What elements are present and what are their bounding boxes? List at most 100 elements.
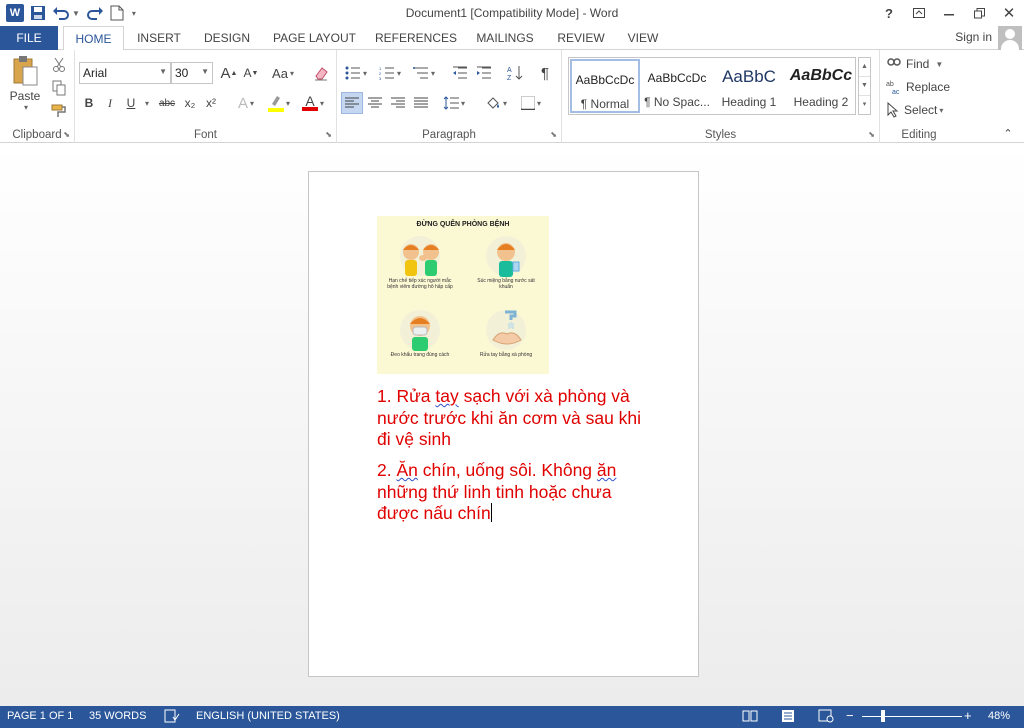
- underline-button[interactable]: U: [121, 92, 141, 114]
- format-painter-icon[interactable]: [50, 100, 68, 122]
- tab-file[interactable]: FILE: [0, 26, 58, 50]
- disease-prevention-image[interactable]: ĐỪNG QUÊN PHÒNG BỆNH Hạn chế tiếp xúc ng…: [377, 216, 549, 374]
- paste-button[interactable]: Paste ▾: [6, 54, 44, 112]
- subscript-button[interactable]: x₂: [181, 92, 199, 114]
- tab-references[interactable]: REFERENCES: [374, 26, 458, 50]
- copy-icon[interactable]: [50, 77, 68, 99]
- tab-home[interactable]: HOME: [63, 26, 124, 51]
- italic-button[interactable]: I: [100, 92, 120, 114]
- tab-page-layout[interactable]: PAGE LAYOUT: [268, 26, 361, 50]
- change-case-button[interactable]: Aa ▾: [269, 62, 297, 84]
- tab-mailings[interactable]: MAILINGS: [471, 26, 539, 50]
- editing-label: Editing: [901, 129, 937, 141]
- handwashing-icon: [492, 310, 522, 345]
- language-indicator[interactable]: ENGLISH (UNITED STATES): [196, 710, 340, 722]
- clear-formatting-icon[interactable]: [311, 62, 331, 84]
- tab-insert[interactable]: INSERT: [132, 26, 186, 50]
- figure-caption: Đeo khẩu trang đúng cách: [390, 352, 450, 358]
- multilevel-list-button[interactable]: ▾: [409, 62, 439, 84]
- underline-dropdown-icon[interactable]: ▾: [141, 92, 151, 114]
- numbering-button[interactable]: 1 2 3 ▾: [375, 62, 405, 84]
- styles-gallery-scroll: ▲ ▼ ▾: [858, 57, 871, 115]
- spelling-error-word[interactable]: Ăn: [396, 460, 417, 480]
- figure-title: ĐỪNG QUÊN PHÒNG BỆNH: [416, 221, 510, 228]
- styles-launcher-icon[interactable]: ⬊: [868, 130, 875, 139]
- font-color-button[interactable]: A ▾: [299, 92, 327, 114]
- user-avatar[interactable]: [998, 26, 1022, 50]
- web-layout-icon[interactable]: [818, 709, 834, 726]
- highlight-color-button[interactable]: ▾: [265, 92, 293, 114]
- zoom-slider-track[interactable]: [862, 716, 962, 717]
- zoom-slider-thumb[interactable]: [881, 710, 885, 722]
- style-normal-name: ¶ Normal: [580, 97, 630, 111]
- line-spacing-button[interactable]: ▾: [439, 92, 469, 114]
- cut-icon[interactable]: [50, 54, 68, 76]
- font-size-dropdown[interactable]: 30 ▼: [171, 62, 213, 84]
- style-no-spacing-sample: AaBbCcDc: [647, 71, 707, 85]
- shading-icon: [487, 97, 499, 109]
- increase-indent-icon[interactable]: [473, 62, 495, 84]
- text-effects-button[interactable]: A ▾: [233, 92, 259, 114]
- select-cursor-icon: [887, 102, 899, 118]
- tab-design[interactable]: DESIGN: [199, 26, 255, 50]
- find-button[interactable]: Find ▼: [886, 53, 956, 75]
- figure-cell-gargle: Súc miệng bằng nước sát khuẩn: [471, 232, 541, 296]
- paragraph-2[interactable]: 2. Ăn chín, uống sôi. Không ăn những thứ…: [377, 460, 657, 525]
- style-heading-2[interactable]: AaBbCc Heading 2: [786, 59, 856, 113]
- shading-button[interactable]: ▾: [481, 92, 511, 114]
- document-page[interactable]: ĐỪNG QUÊN PHÒNG BỆNH Hạn chế tiếp xúc ng…: [308, 171, 699, 677]
- multilevel-list-icon: [412, 67, 428, 79]
- print-layout-icon[interactable]: [780, 709, 796, 726]
- document-area[interactable]: ĐỪNG QUÊN PHÒNG BỆNH Hạn chế tiếp xúc ng…: [0, 143, 1024, 706]
- grow-font-button[interactable]: A ▲: [219, 62, 239, 84]
- figure-cell-handwash: Rửa tay bằng xà phòng: [471, 306, 541, 370]
- restore-icon[interactable]: [964, 0, 994, 26]
- paragraph-1[interactable]: 1. Rửa tay sạch với xà phòng và nước trư…: [377, 386, 657, 451]
- font-family-value: Arial: [83, 66, 108, 80]
- font-launcher-icon[interactable]: ⬊: [325, 130, 332, 139]
- collapse-ribbon-icon[interactable]: ⌃: [1000, 122, 1016, 144]
- bullets-button[interactable]: ▾: [341, 62, 371, 84]
- strikethrough-button[interactable]: abc: [155, 92, 179, 114]
- styles-scroll-up-icon[interactable]: ▲: [859, 58, 870, 77]
- read-mode-icon[interactable]: [742, 709, 758, 726]
- svg-text:ac: ac: [892, 89, 900, 95]
- replace-button[interactable]: ab ac Replace: [886, 76, 956, 98]
- spelling-error-word[interactable]: tay: [435, 386, 458, 406]
- style-normal[interactable]: AaBbCcDc ¶ Normal: [570, 59, 640, 113]
- superscript-button[interactable]: x²: [202, 92, 220, 114]
- zoom-level[interactable]: 48%: [988, 710, 1010, 722]
- ribbon-display-options-icon[interactable]: [904, 0, 934, 26]
- zoom-in-button[interactable]: +: [964, 708, 972, 723]
- justify-icon[interactable]: [410, 92, 432, 114]
- tab-view[interactable]: VIEW: [622, 26, 664, 50]
- help-button[interactable]: ?: [874, 0, 904, 26]
- style-no-spacing[interactable]: AaBbCcDc ¶ No Spac...: [642, 59, 712, 113]
- align-right-icon[interactable]: [387, 92, 409, 114]
- show-hide-formatting-icon[interactable]: ¶: [535, 62, 555, 84]
- tab-review[interactable]: REVIEW: [553, 26, 609, 50]
- paragraph-launcher-icon[interactable]: ⬊: [550, 130, 557, 139]
- word-count[interactable]: 35 WORDS: [89, 710, 146, 722]
- styles-more-icon[interactable]: ▾: [859, 96, 870, 114]
- styles-scroll-down-icon[interactable]: ▼: [859, 77, 870, 96]
- sign-in-link[interactable]: Sign in: [955, 30, 992, 44]
- decrease-indent-icon[interactable]: [449, 62, 471, 84]
- zoom-out-button[interactable]: −: [846, 708, 854, 723]
- borders-icon: [520, 96, 535, 110]
- align-left-icon[interactable]: [341, 92, 363, 114]
- align-center-icon[interactable]: [364, 92, 386, 114]
- select-button[interactable]: Select ▾: [886, 99, 956, 121]
- style-heading-1[interactable]: AaBbC Heading 1: [714, 59, 784, 113]
- proofing-icon[interactable]: [164, 709, 180, 726]
- sort-icon[interactable]: AZ: [505, 62, 525, 84]
- spelling-error-word[interactable]: ăn: [597, 460, 616, 480]
- close-icon[interactable]: ✕: [994, 0, 1024, 26]
- clipboard-launcher-icon[interactable]: ⬊: [63, 130, 70, 139]
- minimize-icon[interactable]: [934, 0, 964, 26]
- bold-button[interactable]: B: [79, 92, 99, 114]
- page-count[interactable]: PAGE 1 OF 1: [7, 710, 73, 722]
- font-family-dropdown[interactable]: Arial ▼: [79, 62, 171, 84]
- borders-button[interactable]: ▾: [515, 92, 547, 114]
- shrink-font-button[interactable]: A ▼: [241, 62, 261, 84]
